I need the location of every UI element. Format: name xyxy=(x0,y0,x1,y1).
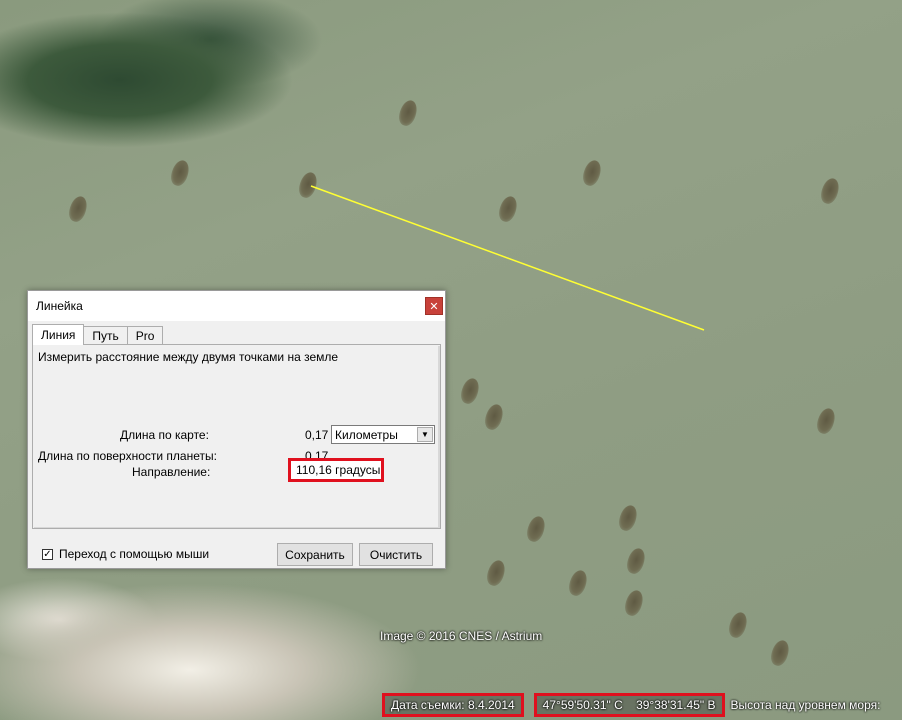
tree xyxy=(396,98,420,128)
tree xyxy=(726,610,750,640)
tree xyxy=(580,158,604,188)
units-selected-value: Километры xyxy=(335,427,398,442)
tab-line[interactable]: Линия xyxy=(32,324,85,345)
ruler-dialog: Линейка ✕ Линия Путь Pro Измерить рассто… xyxy=(27,290,446,569)
tab-pro[interactable]: Pro xyxy=(126,326,164,345)
tree xyxy=(814,406,838,436)
capture-date: Дата съемки: 8.4.2014 xyxy=(391,698,515,712)
tree xyxy=(484,558,508,588)
direction-value: 110,16 градусы xyxy=(296,463,381,477)
mouse-navigation-label: Переход с помощью мыши xyxy=(59,547,210,561)
imagery-copyright: Image © 2016 CNES / Astrium xyxy=(380,629,543,643)
close-icon: ✕ xyxy=(429,301,439,313)
tab-strip: Линия Путь Pro xyxy=(32,324,164,345)
tree xyxy=(624,546,648,576)
coordinates-box: 47°59'50.31" С 39°38'31.45" В xyxy=(533,693,725,717)
tree xyxy=(818,176,842,206)
coordinates: 47°59'50.31" С 39°38'31.45" В xyxy=(542,698,716,712)
description-text: Измерить расстояние между двумя точками … xyxy=(38,350,339,364)
surface-length-label: Длина по поверхности планеты: xyxy=(38,449,217,463)
save-button[interactable]: Сохранить xyxy=(277,543,353,566)
tree xyxy=(458,376,482,406)
map-length-label: Длина по карте: xyxy=(120,428,209,442)
dialog-titlebar[interactable]: Линейка ✕ xyxy=(28,291,445,321)
dialog-title: Линейка xyxy=(36,299,83,313)
direction-value-highlight: 110,16 градусы xyxy=(288,458,384,482)
clear-button[interactable]: Очистить xyxy=(359,543,433,566)
tree xyxy=(496,194,520,224)
tree xyxy=(616,503,640,533)
tree xyxy=(482,402,506,432)
chevron-down-icon[interactable]: ▼ xyxy=(417,427,433,442)
tree xyxy=(168,158,192,188)
direction-label: Направление: xyxy=(132,465,211,479)
close-button[interactable]: ✕ xyxy=(425,297,443,315)
tab-path[interactable]: Путь xyxy=(83,326,128,345)
capture-date-box: Дата съемки: 8.4.2014 xyxy=(382,693,524,717)
elevation-label: Высота над уровнем моря: xyxy=(730,698,881,712)
tree xyxy=(768,638,792,668)
map-length-value: 0,17 xyxy=(305,428,329,442)
mouse-navigation-checkbox[interactable]: ✓ xyxy=(42,548,53,560)
tree xyxy=(566,568,590,598)
units-select[interactable]: Километры ▼ xyxy=(331,425,435,444)
tree xyxy=(622,588,646,618)
tree xyxy=(66,194,90,224)
tree xyxy=(524,514,548,544)
status-bar: Дата съемки: 8.4.2014 47°59'50.31" С 39°… xyxy=(382,693,902,717)
tab-panel-line: Измерить расстояние между двумя точками … xyxy=(32,344,441,529)
mouse-navigation-option[interactable]: ✓ Переход с помощью мыши xyxy=(42,547,209,561)
tree xyxy=(296,170,320,200)
